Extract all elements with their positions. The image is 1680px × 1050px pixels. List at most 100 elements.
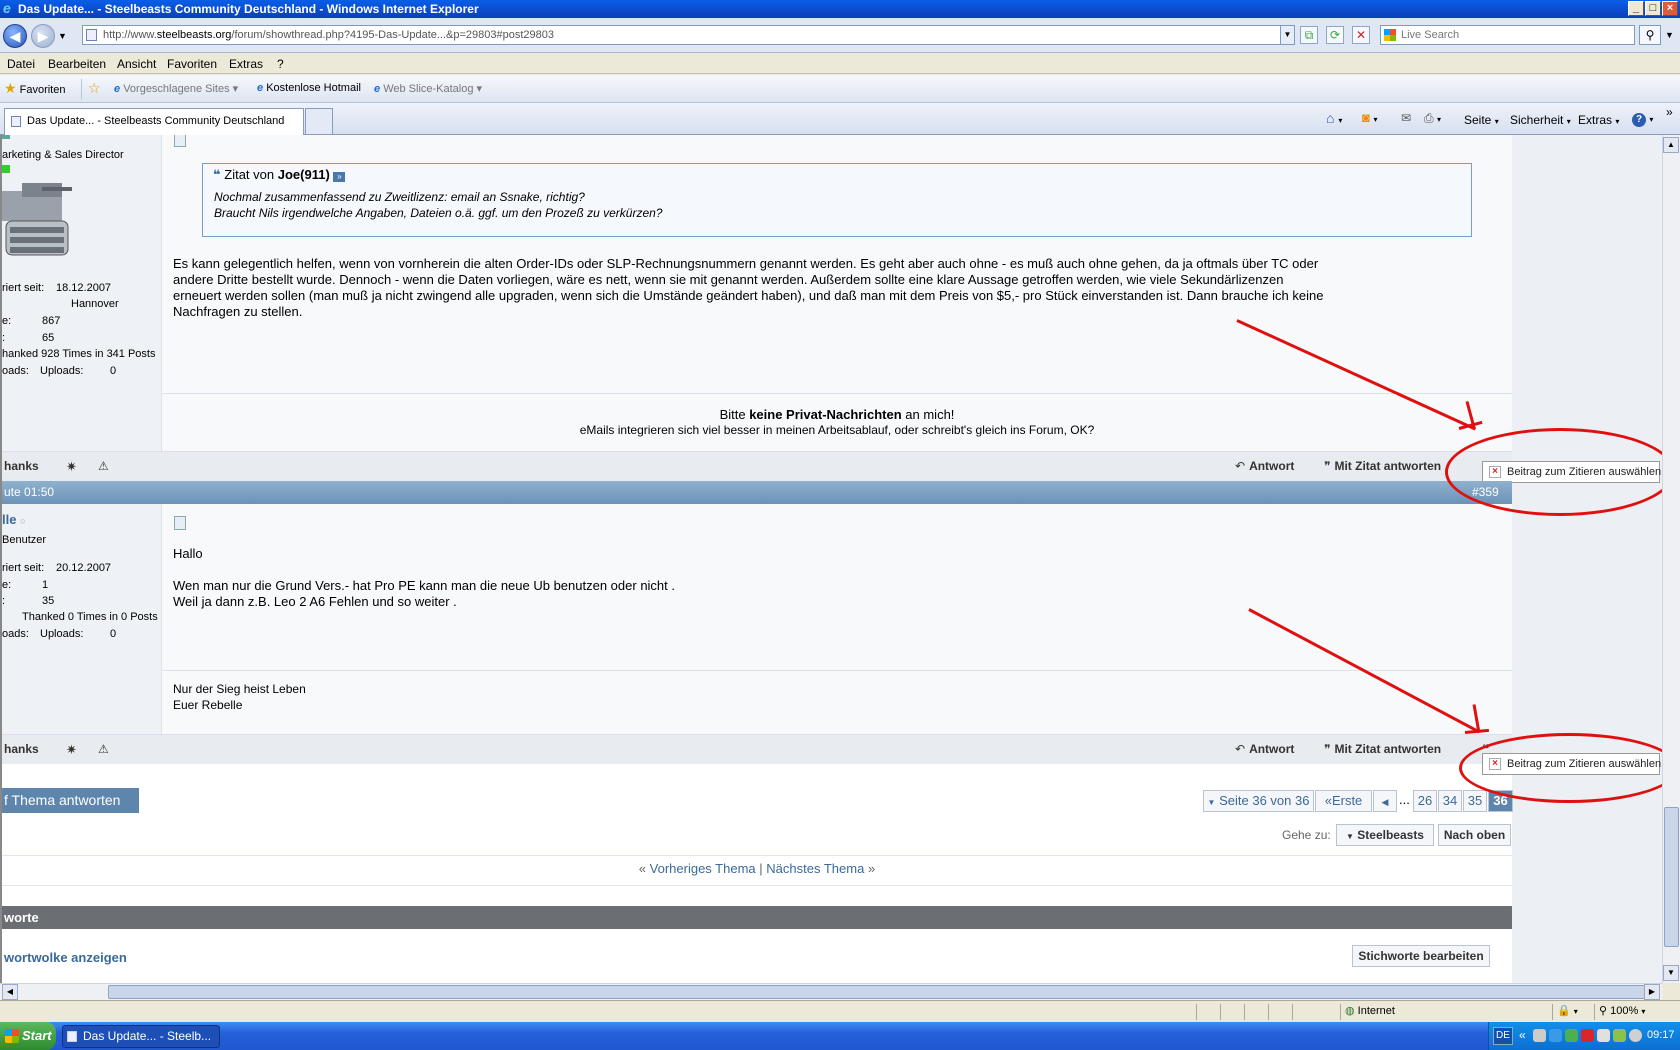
ie-page-icon: e xyxy=(374,83,381,95)
minimize-button[interactable]: _ xyxy=(1628,1,1644,16)
quote-reply-button[interactable]: ❞ Mit Zitat antworten xyxy=(1324,742,1441,756)
page-info-dropdown[interactable]: ▼ Seite 36 von 36 xyxy=(1203,790,1314,812)
mail-icon[interactable]: ✉ xyxy=(1401,111,1411,125)
clock[interactable]: 09:17 xyxy=(1647,1029,1675,1041)
edit-tags-button[interactable]: Stichworte bearbeiten xyxy=(1352,945,1490,967)
next-thread-link[interactable]: Nächstes Thema xyxy=(766,861,864,876)
menu-bearbeiten[interactable]: Bearbeiten xyxy=(48,57,106,71)
refresh-icon[interactable]: ⟳ xyxy=(1326,26,1344,44)
first-page-button[interactable]: «Erste xyxy=(1315,790,1372,812)
print-icon[interactable]: ⎙ ▾ xyxy=(1424,111,1441,126)
back-to-top-button[interactable]: Nach oben xyxy=(1438,824,1511,846)
horizontal-scrollbar[interactable]: ◀ ▶ xyxy=(0,983,1662,1000)
tab-current[interactable]: Das Update... - Steelbeasts Community De… xyxy=(4,108,304,135)
rewind-icon: « xyxy=(1324,793,1332,808)
volume-icon[interactable] xyxy=(1629,1029,1642,1042)
tray-expand-icon[interactable]: « xyxy=(1519,1028,1526,1042)
menu-extras[interactable]: Extras xyxy=(229,57,263,71)
scroll-right-icon[interactable]: ▶ xyxy=(1644,984,1660,1000)
previous-thread-link[interactable]: Vorheriges Thema xyxy=(650,861,756,876)
web-slice-link[interactable]: e Web Slice-Katalog ▾ xyxy=(374,82,482,95)
quote-reply-button[interactable]: ❞ Mit Zitat antworten xyxy=(1324,459,1441,473)
menu-help[interactable]: ? xyxy=(277,57,284,71)
suggested-sites-link[interactable]: e Vorgeschlagene Sites ▾ xyxy=(114,82,238,95)
window-title-bar: e Das Update... - Steelbeasts Community … xyxy=(0,0,1680,18)
address-input[interactable]: http://www.steelbeasts.org/forum/showthr… xyxy=(82,25,1295,45)
seite-menu[interactable]: Seite ▾ xyxy=(1464,113,1499,127)
network-icon[interactable] xyxy=(1533,1029,1546,1042)
search-button[interactable]: ⚲ xyxy=(1639,25,1661,45)
security-zone: ◍ Internet xyxy=(1340,1004,1550,1020)
status-cell xyxy=(1292,1004,1314,1020)
stop-icon[interactable]: ✕ xyxy=(1352,26,1370,44)
maximize-button[interactable]: □ xyxy=(1645,1,1661,16)
compatibility-icon[interactable]: ⧉ xyxy=(1300,26,1318,44)
goto-forum-dropdown[interactable]: ▼ Steelbeasts xyxy=(1336,824,1434,846)
reply-button[interactable]: ↶ Antwort xyxy=(1235,742,1294,756)
search-input[interactable]: Live Search xyxy=(1380,25,1635,45)
registered-label: riert seit: xyxy=(2,562,45,574)
page-link[interactable]: 26 xyxy=(1413,790,1437,812)
protected-mode-icon[interactable]: 🔒 ▾ xyxy=(1552,1004,1592,1020)
favorites-button[interactable]: ★ Favoriten xyxy=(4,80,65,97)
zoom-control[interactable]: ⚲ 100% ▾ xyxy=(1594,1004,1674,1020)
tray-app-icon[interactable] xyxy=(1613,1029,1626,1042)
view-post-icon[interactable]: » xyxy=(333,172,346,182)
reply-button[interactable]: ↶ Antwort xyxy=(1235,459,1294,473)
forward-button[interactable]: ▶ xyxy=(31,24,55,48)
url-path: /forum/showthread.php?4195-Das-Update...… xyxy=(231,29,554,41)
help-icon[interactable]: ? ▾ xyxy=(1632,111,1653,127)
tray-app-icon[interactable] xyxy=(1597,1029,1610,1042)
tagcloud-link[interactable]: wortwolke anzeigen xyxy=(4,950,127,965)
extras-label: Extras xyxy=(1578,113,1613,127)
rate-icon[interactable]: ✷ xyxy=(66,742,77,758)
tray-app-icon[interactable] xyxy=(1565,1029,1578,1042)
scroll-left-icon[interactable]: ◀ xyxy=(2,984,18,1000)
tray-app-icon[interactable] xyxy=(1549,1029,1562,1042)
extras-command-menu[interactable]: Extras ▾ xyxy=(1578,113,1619,127)
username-text: lle xyxy=(2,512,17,527)
avatar[interactable] xyxy=(2,181,74,265)
username[interactable]: lle ○ xyxy=(2,512,26,527)
start-button[interactable]: Start xyxy=(0,1022,56,1050)
tray-app-icon[interactable] xyxy=(1581,1029,1594,1042)
scroll-up-icon[interactable]: ▲ xyxy=(1663,137,1679,153)
report-icon[interactable]: ⚠ xyxy=(98,459,109,473)
add-favorite-icon[interactable]: ☆ xyxy=(88,80,101,97)
language-indicator[interactable]: DE xyxy=(1493,1027,1513,1045)
vertical-scrollbar[interactable]: ▲ ▼ xyxy=(1662,135,1680,983)
sicherheit-menu[interactable]: Sicherheit ▾ xyxy=(1510,113,1571,127)
reply-thread-button[interactable]: f Thema antworten xyxy=(2,788,139,813)
address-dropdown-icon[interactable]: ▼ xyxy=(1280,26,1294,44)
report-icon[interactable]: ⚠ xyxy=(98,742,109,756)
sig-pre: Bitte xyxy=(719,407,746,422)
scroll-down-icon[interactable]: ▼ xyxy=(1663,965,1679,981)
menu-datei[interactable]: Datei xyxy=(7,57,35,71)
thanks-button[interactable]: hanks xyxy=(4,742,39,756)
favorites-label: Favoriten xyxy=(19,84,66,96)
thanked-count: Thanked 0 Times in 0 Posts xyxy=(22,611,158,623)
page-link[interactable]: 34 xyxy=(1438,790,1462,812)
scroll-thumb[interactable] xyxy=(108,985,1648,999)
back-button[interactable]: ◀ xyxy=(3,24,27,48)
chevron-more-icon[interactable]: » xyxy=(1666,105,1673,119)
taskbar-item-ie[interactable]: Das Update... - Steelb... xyxy=(62,1025,220,1048)
search-dropdown-icon[interactable]: ▼ xyxy=(1665,30,1674,40)
thanks-button[interactable]: hanks xyxy=(4,459,39,473)
rate-icon[interactable]: ✷ xyxy=(66,459,77,475)
prev-page-button[interactable]: ◀ xyxy=(1373,790,1397,812)
message-line: Wen man nur die Grund Vers.- hat Pro PE … xyxy=(173,578,675,593)
scroll-thumb[interactable] xyxy=(1664,807,1679,947)
home-icon[interactable]: ⌂ ▾ xyxy=(1326,110,1342,126)
history-dropdown-icon[interactable]: ▼ xyxy=(58,31,67,41)
hotmail-link[interactable]: e Kostenlose Hotmail xyxy=(257,82,361,94)
ie-page-icon: e xyxy=(114,83,121,95)
close-button[interactable]: × xyxy=(1662,1,1678,16)
annotation-circle xyxy=(1445,428,1662,516)
menu-ansicht[interactable]: Ansicht xyxy=(117,57,156,71)
rss-feed-icon[interactable]: ◙ ▾ xyxy=(1362,110,1377,125)
new-tab-button[interactable] xyxy=(305,108,333,134)
page-link[interactable]: 35 xyxy=(1463,790,1487,812)
pagination-ellipsis: ... xyxy=(1399,792,1410,807)
menu-favoriten[interactable]: Favoriten xyxy=(167,57,217,71)
